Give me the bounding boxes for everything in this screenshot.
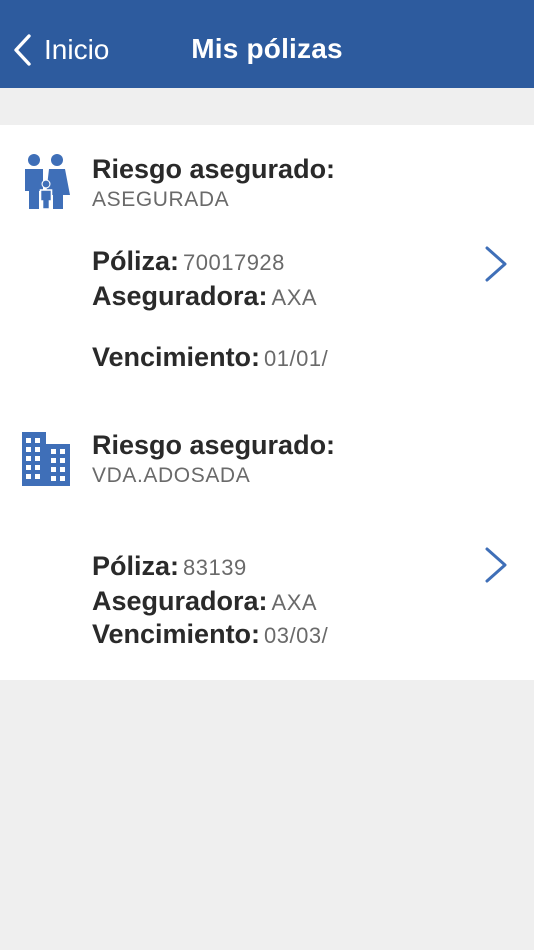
policy-number: 83139 [183,555,247,580]
page-title: Mis pólizas [191,33,343,64]
insurer-label: Aseguradora: [92,281,268,311]
family-icon [22,153,70,214]
expiry-value: 01/01/ [264,346,329,371]
chevron-right-icon[interactable] [482,245,510,288]
policy-number-row: Póliza: 83139 [92,551,247,582]
policies-list: Riesgo asegurado: ASEGURADA Póliza: 70017… [0,125,534,680]
expiry-label: Vencimiento: [92,342,261,372]
expiry-row: Vencimiento: 03/03/ [92,619,328,650]
policy-item[interactable]: Riesgo asegurado: ASEGURADA Póliza: 70017… [0,125,534,400]
policy-number-row: Póliza: 70017928 [92,246,285,277]
chevron-right-icon[interactable] [482,546,510,589]
expiry-value: 03/03/ [264,623,329,648]
nav-bar: Inicio Mis pólizas [0,0,534,88]
insurer-label: Aseguradora: [92,586,268,616]
insurer-row: Aseguradora: AXA [92,281,317,312]
insurer-value: AXA [271,590,318,615]
policy-number: 70017928 [183,250,285,275]
policy-label: Póliza: [92,246,180,276]
insurer-value: AXA [271,285,318,310]
expiry-label: Vencimiento: [92,619,261,649]
policy-item[interactable]: Riesgo asegurado: VDA.ADOSADA Póliza: 831… [0,402,534,680]
policy-label: Póliza: [92,551,180,581]
insurer-row: Aseguradora: AXA [92,586,317,617]
risk-label: Riesgo asegurado: [92,154,336,184]
risk-value: VDA.ADOSADA [92,464,251,487]
expiry-row: Vencimiento: 01/01/ [92,342,328,373]
building-icon [22,432,70,491]
risk-value: ASEGURADA [92,188,230,211]
risk-label: Riesgo asegurado: [92,430,336,460]
